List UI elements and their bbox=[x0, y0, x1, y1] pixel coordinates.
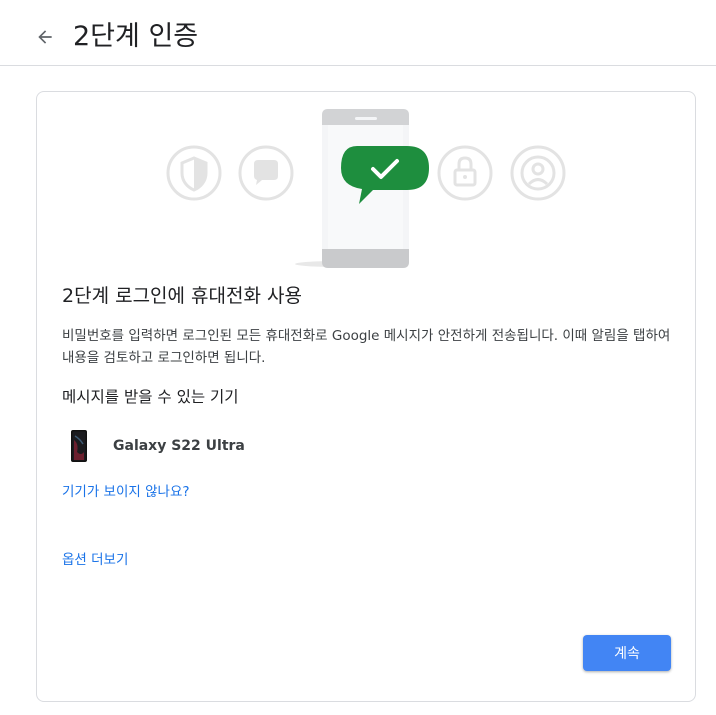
no-device-link[interactable]: 기기가 보이지 않나요? bbox=[62, 481, 190, 503]
two-step-card: 2단계 로그인에 휴대전화 사용 비밀번호를 입력하면 로그인된 모든 휴대전화… bbox=[36, 91, 696, 702]
shield-icon bbox=[166, 145, 222, 201]
chat-bubble-icon bbox=[238, 145, 294, 201]
phone-icon bbox=[71, 430, 87, 462]
account-icon bbox=[510, 145, 566, 201]
card-description: 비밀번호를 입력하면 로그인된 모든 휴대전화로 Google 메시지가 안전하… bbox=[62, 328, 671, 366]
page-header: 2단계 인증 bbox=[0, 0, 716, 66]
page-title: 2단계 인증 bbox=[73, 21, 199, 52]
device-item: Galaxy S22 Ultra bbox=[62, 428, 362, 464]
arrow-back-icon bbox=[35, 27, 55, 51]
device-name: Galaxy S22 Ultra bbox=[113, 438, 245, 454]
devices-heading: 메시지를 받을 수 있는 기기 bbox=[62, 388, 239, 406]
more-options-link[interactable]: 옵션 더보기 bbox=[62, 549, 128, 571]
illustration bbox=[37, 92, 695, 282]
back-button[interactable] bbox=[30, 24, 60, 54]
lock-icon bbox=[437, 145, 493, 201]
card-title: 2단계 로그인에 휴대전화 사용 bbox=[62, 285, 302, 307]
continue-button[interactable]: 계속 bbox=[583, 635, 671, 671]
